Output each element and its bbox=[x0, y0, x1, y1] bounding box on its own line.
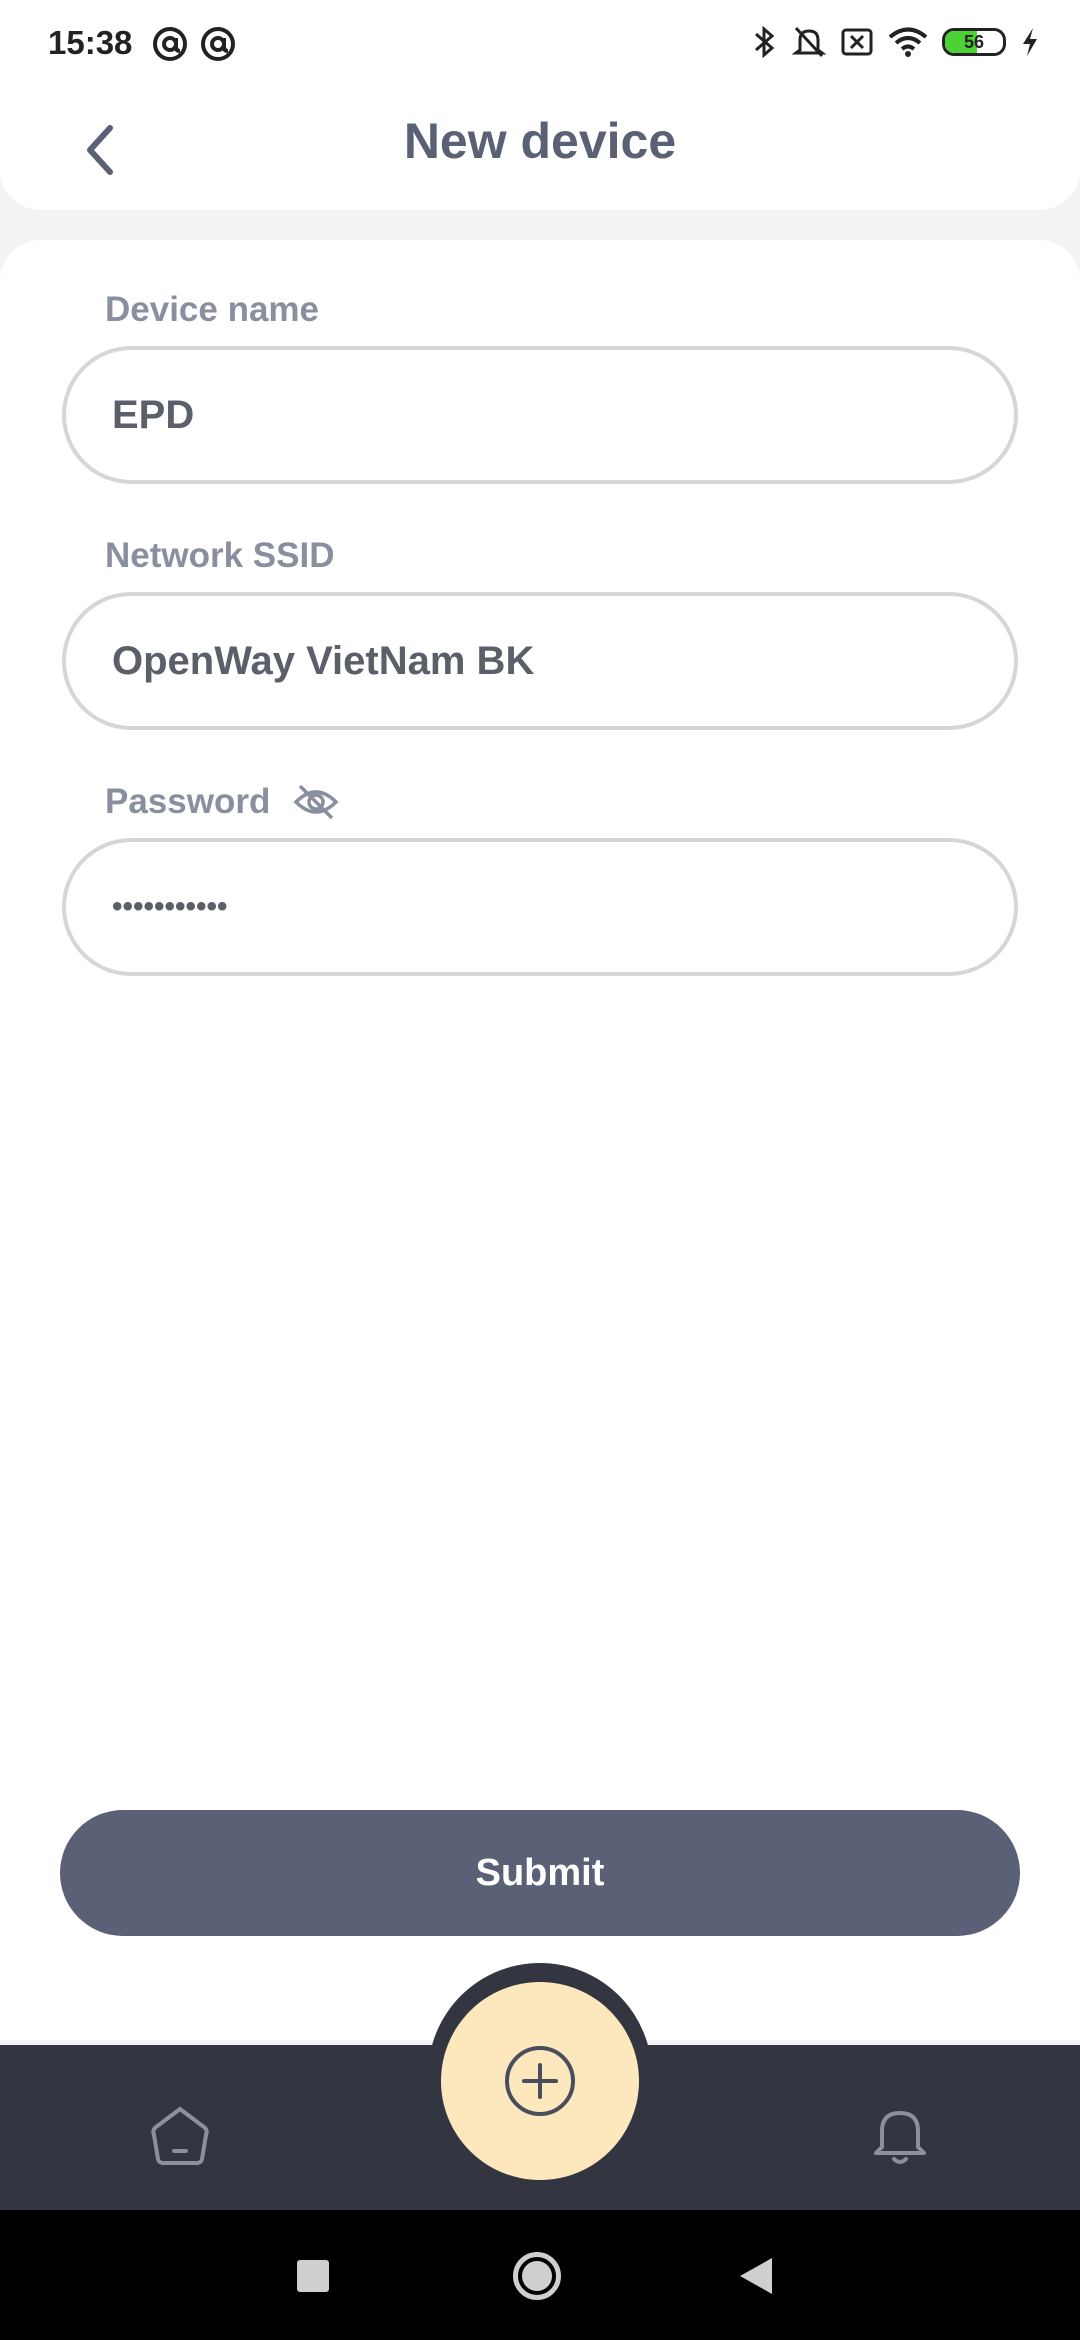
network-ssid-label: Network SSID bbox=[105, 536, 335, 575]
at-sign-icon bbox=[201, 27, 235, 61]
home-icon bbox=[151, 2106, 209, 2165]
add-device-fab[interactable] bbox=[441, 1982, 639, 2180]
bell-icon bbox=[874, 2111, 926, 2164]
nav-notifications-button[interactable] bbox=[868, 2103, 932, 2174]
network-ssid-value: OpenWay VietNam BK bbox=[112, 638, 535, 683]
battery-level: 56 bbox=[963, 32, 985, 52]
device-name-label: Device name bbox=[105, 290, 320, 329]
page-title: New device bbox=[403, 113, 677, 169]
bell-muted-icon bbox=[792, 26, 826, 58]
network-ssid-input[interactable]: OpenWay VietNam BK bbox=[62, 592, 1018, 730]
status-left-icons bbox=[152, 26, 236, 62]
eye-off-icon[interactable] bbox=[292, 782, 340, 822]
password-input[interactable]: ••••••••••• bbox=[62, 838, 1018, 976]
device-name-value: EPD bbox=[112, 392, 195, 437]
password-label-row: Password bbox=[105, 782, 340, 822]
status-bar: 15:38 56 bbox=[0, 0, 1080, 90]
system-nav-bar bbox=[0, 2210, 1080, 2340]
status-time: 15:38 bbox=[48, 24, 133, 61]
charging-icon bbox=[1023, 28, 1037, 56]
at-sign-icon bbox=[153, 27, 187, 61]
app-header: New device bbox=[0, 90, 1080, 210]
password-label: Password bbox=[105, 782, 271, 821]
battery-indicator: 56 bbox=[942, 28, 1006, 56]
status-right-icons: 56 bbox=[752, 24, 1040, 60]
system-home-button[interactable] bbox=[513, 2252, 561, 2300]
nav-home-button[interactable] bbox=[146, 2103, 214, 2174]
password-value: ••••••••••• bbox=[112, 890, 228, 923]
recent-apps-button[interactable] bbox=[297, 2260, 329, 2292]
wifi-icon bbox=[888, 27, 928, 57]
submit-button[interactable]: Submit bbox=[60, 1810, 1020, 1936]
bluetooth-icon bbox=[755, 25, 775, 59]
home-dot bbox=[522, 2261, 552, 2291]
form-card: Device name EPD Network SSID OpenWay Vie… bbox=[0, 240, 1080, 2040]
device-name-input[interactable]: EPD bbox=[62, 346, 1018, 484]
no-sim-icon bbox=[841, 28, 873, 56]
add-circle-icon bbox=[505, 2046, 575, 2116]
system-back-button[interactable] bbox=[740, 2258, 772, 2294]
